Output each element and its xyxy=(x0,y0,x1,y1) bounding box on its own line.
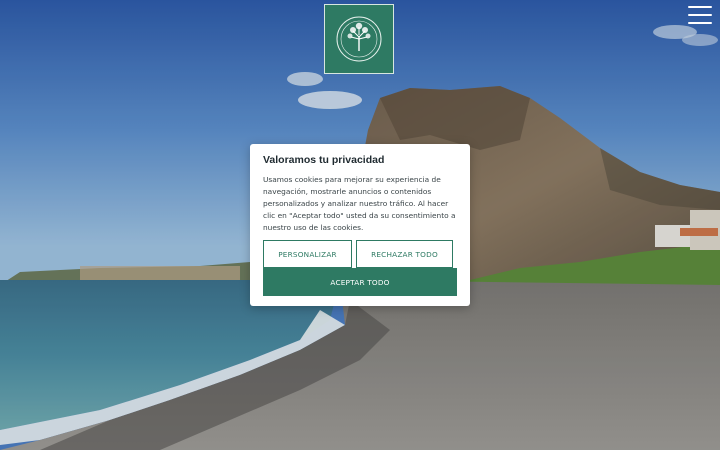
menu-bar xyxy=(688,6,712,8)
menu-bar xyxy=(688,22,712,24)
cookie-consent-dialog: Valoramos tu privacidad Usamos cookies p… xyxy=(250,144,470,306)
site-logo[interactable] xyxy=(324,4,394,74)
cookie-dialog-body: Usamos cookies para mejorar su experienc… xyxy=(263,175,456,232)
cookie-dialog-title: Valoramos tu privacidad xyxy=(263,154,385,166)
cookie-secondary-buttons: PERSONALIZAR RECHAZAR TODO xyxy=(263,240,453,268)
hamburger-menu-icon[interactable] xyxy=(688,6,712,24)
tree-emblem-icon xyxy=(336,16,382,62)
menu-bar xyxy=(688,14,712,16)
customize-button[interactable]: PERSONALIZAR xyxy=(263,240,352,268)
accept-all-button[interactable]: ACEPTAR TODO xyxy=(263,268,457,296)
reject-all-button[interactable]: RECHAZAR TODO xyxy=(356,240,453,268)
